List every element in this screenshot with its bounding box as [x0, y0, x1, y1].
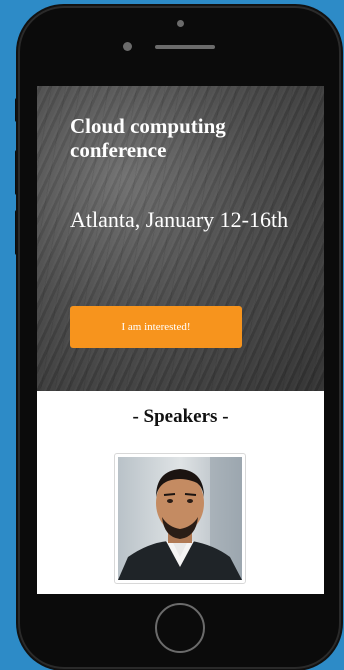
proximity-sensor-icon [177, 20, 184, 27]
conference-title: Cloud computing conference [70, 114, 226, 162]
hero-banner: Cloud computing conference Atlanta, Janu… [37, 86, 324, 391]
speaker-card[interactable] [114, 453, 246, 584]
front-camera-icon [123, 42, 132, 51]
phone-screen: Cloud computing conference Atlanta, Janu… [37, 86, 324, 594]
home-button[interactable] [155, 603, 205, 653]
earpiece-speaker [155, 45, 215, 49]
conference-location-dates: Atlanta, January 12-16th [70, 207, 289, 232]
speaker-portrait-photo [118, 457, 242, 580]
interested-button[interactable]: I am interested! [70, 306, 242, 348]
speakers-heading: - Speakers - [132, 406, 229, 427]
